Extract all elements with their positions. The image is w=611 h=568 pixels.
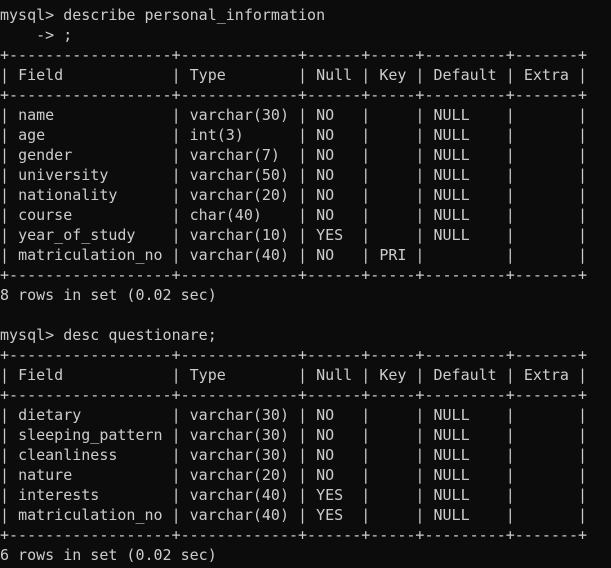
column-header: Key: [379, 366, 407, 384]
table-cell: NULL: [433, 426, 470, 444]
table-cell: varchar(40): [189, 486, 289, 504]
command-line: mysql> desc questionare;: [0, 326, 217, 344]
table-border: +------------------+-------------+------…: [0, 346, 587, 364]
column-header: Extra: [523, 66, 569, 84]
column-header: Default: [433, 366, 497, 384]
column-header: Default: [433, 66, 497, 84]
table-header-row: | Field | Type | Null | Key | Default | …: [0, 366, 588, 384]
table-cell: name: [18, 106, 55, 124]
table-cell: varchar(30): [189, 446, 289, 464]
table-border: +------------------+-------------+------…: [0, 86, 587, 104]
table-cell: NULL: [433, 506, 470, 524]
table-cell: NULL: [433, 466, 470, 484]
table-cell: YES: [316, 486, 344, 504]
table-cell: NO: [316, 426, 335, 444]
table-cell: NULL: [433, 166, 470, 184]
column-header: Extra: [523, 366, 569, 384]
table-cell: NO: [316, 126, 335, 144]
column-header: Field: [18, 66, 64, 84]
table-cell: varchar(20): [189, 466, 289, 484]
table-cell: matriculation_no: [18, 246, 163, 264]
column-header: Field: [18, 366, 64, 384]
table-cell: NO: [316, 246, 335, 264]
table-cell: NO: [316, 206, 335, 224]
table-row: | age | int(3) | NO | | NULL | |: [0, 126, 588, 144]
column-header: Null: [316, 366, 353, 384]
table-cell: year_of_study: [18, 226, 136, 244]
table-cell: matriculation_no: [18, 506, 163, 524]
table-cell: nationality: [18, 186, 118, 204]
table-cell: NULL: [433, 226, 470, 244]
table-border: +------------------+-------------+------…: [0, 386, 587, 404]
table-border: +------------------+-------------+------…: [0, 266, 587, 284]
table-row: | gender | varchar(7) | NO | | NULL | |: [0, 146, 588, 164]
table-cell: YES: [316, 506, 344, 524]
table-row: | matriculation_no | varchar(40) | YES |…: [0, 506, 588, 524]
table-cell: NO: [316, 186, 335, 204]
table-cell: NULL: [433, 186, 470, 204]
table-row: | interests | varchar(40) | YES | | NULL…: [0, 486, 588, 504]
terminal-window[interactable]: mysql> describe personal_information -> …: [0, 0, 611, 568]
table-row: | university | varchar(50) | NO | | NULL…: [0, 166, 588, 184]
column-header: Type: [189, 66, 226, 84]
table-cell: NULL: [433, 126, 470, 144]
table-cell: char(40): [189, 206, 262, 224]
table-cell: varchar(7): [189, 146, 280, 164]
table-cell: NO: [316, 466, 335, 484]
table-cell: gender: [18, 146, 73, 164]
table-cell: NO: [316, 146, 335, 164]
table-cell: nature: [18, 466, 73, 484]
table-cell: NULL: [433, 206, 470, 224]
table-row: | nature | varchar(20) | NO | | NULL | |: [0, 466, 588, 484]
table-cell: varchar(40): [189, 506, 289, 524]
table-cell: NO: [316, 406, 335, 424]
table-header-row: | Field | Type | Null | Key | Default | …: [0, 66, 588, 84]
table-cell: age: [18, 126, 46, 144]
table-cell: PRI: [379, 246, 407, 264]
column-header: Type: [189, 366, 226, 384]
table-cell: sleeping_pattern: [18, 426, 163, 444]
table-border: +------------------+-------------+------…: [0, 526, 587, 544]
table-cell: university: [18, 166, 109, 184]
table-cell: NULL: [433, 406, 470, 424]
table-row: | sleeping_pattern | varchar(30) | NO | …: [0, 426, 588, 444]
table-row: | year_of_study | varchar(10) | YES | | …: [0, 226, 588, 244]
table-row: | matriculation_no | varchar(40) | NO | …: [0, 246, 588, 264]
table-cell: varchar(40): [189, 246, 289, 264]
column-header: Key: [379, 66, 407, 84]
result-summary: 6 rows in set (0.02 sec): [0, 546, 217, 564]
table-cell: NO: [316, 166, 335, 184]
table-row: | dietary | varchar(30) | NO | | NULL | …: [0, 406, 588, 424]
table-row: | nationality | varchar(20) | NO | | NUL…: [0, 186, 588, 204]
table-cell: dietary: [18, 406, 82, 424]
table-cell: cleanliness: [18, 446, 118, 464]
table-border: +------------------+-------------+------…: [0, 46, 587, 64]
table-cell: YES: [316, 226, 344, 244]
terminal-output: mysql> describe personal_information -> …: [0, 5, 611, 565]
result-summary: 8 rows in set (0.02 sec): [0, 286, 217, 304]
table-cell: varchar(30): [189, 406, 289, 424]
table-cell: varchar(50): [189, 166, 289, 184]
table-cell: varchar(30): [189, 106, 289, 124]
table-cell: course: [18, 206, 73, 224]
table-cell: NULL: [433, 446, 470, 464]
table-cell: varchar(10): [189, 226, 289, 244]
column-header: Null: [316, 66, 353, 84]
table-row: | name | varchar(30) | NO | | NULL | |: [0, 106, 588, 124]
table-cell: NO: [316, 446, 335, 464]
table-cell: NULL: [433, 146, 470, 164]
table-cell: NULL: [433, 106, 470, 124]
table-row: | course | char(40) | NO | | NULL | |: [0, 206, 588, 224]
table-cell: int(3): [189, 126, 244, 144]
table-cell: varchar(30): [189, 426, 289, 444]
table-cell: varchar(20): [189, 186, 289, 204]
table-row: | cleanliness | varchar(30) | NO | | NUL…: [0, 446, 588, 464]
table-cell: NULL: [433, 486, 470, 504]
table-cell: NO: [316, 106, 335, 124]
command-line: mysql> describe personal_information: [0, 6, 326, 24]
command-line: -> ;: [0, 26, 73, 44]
table-cell: interests: [18, 486, 100, 504]
